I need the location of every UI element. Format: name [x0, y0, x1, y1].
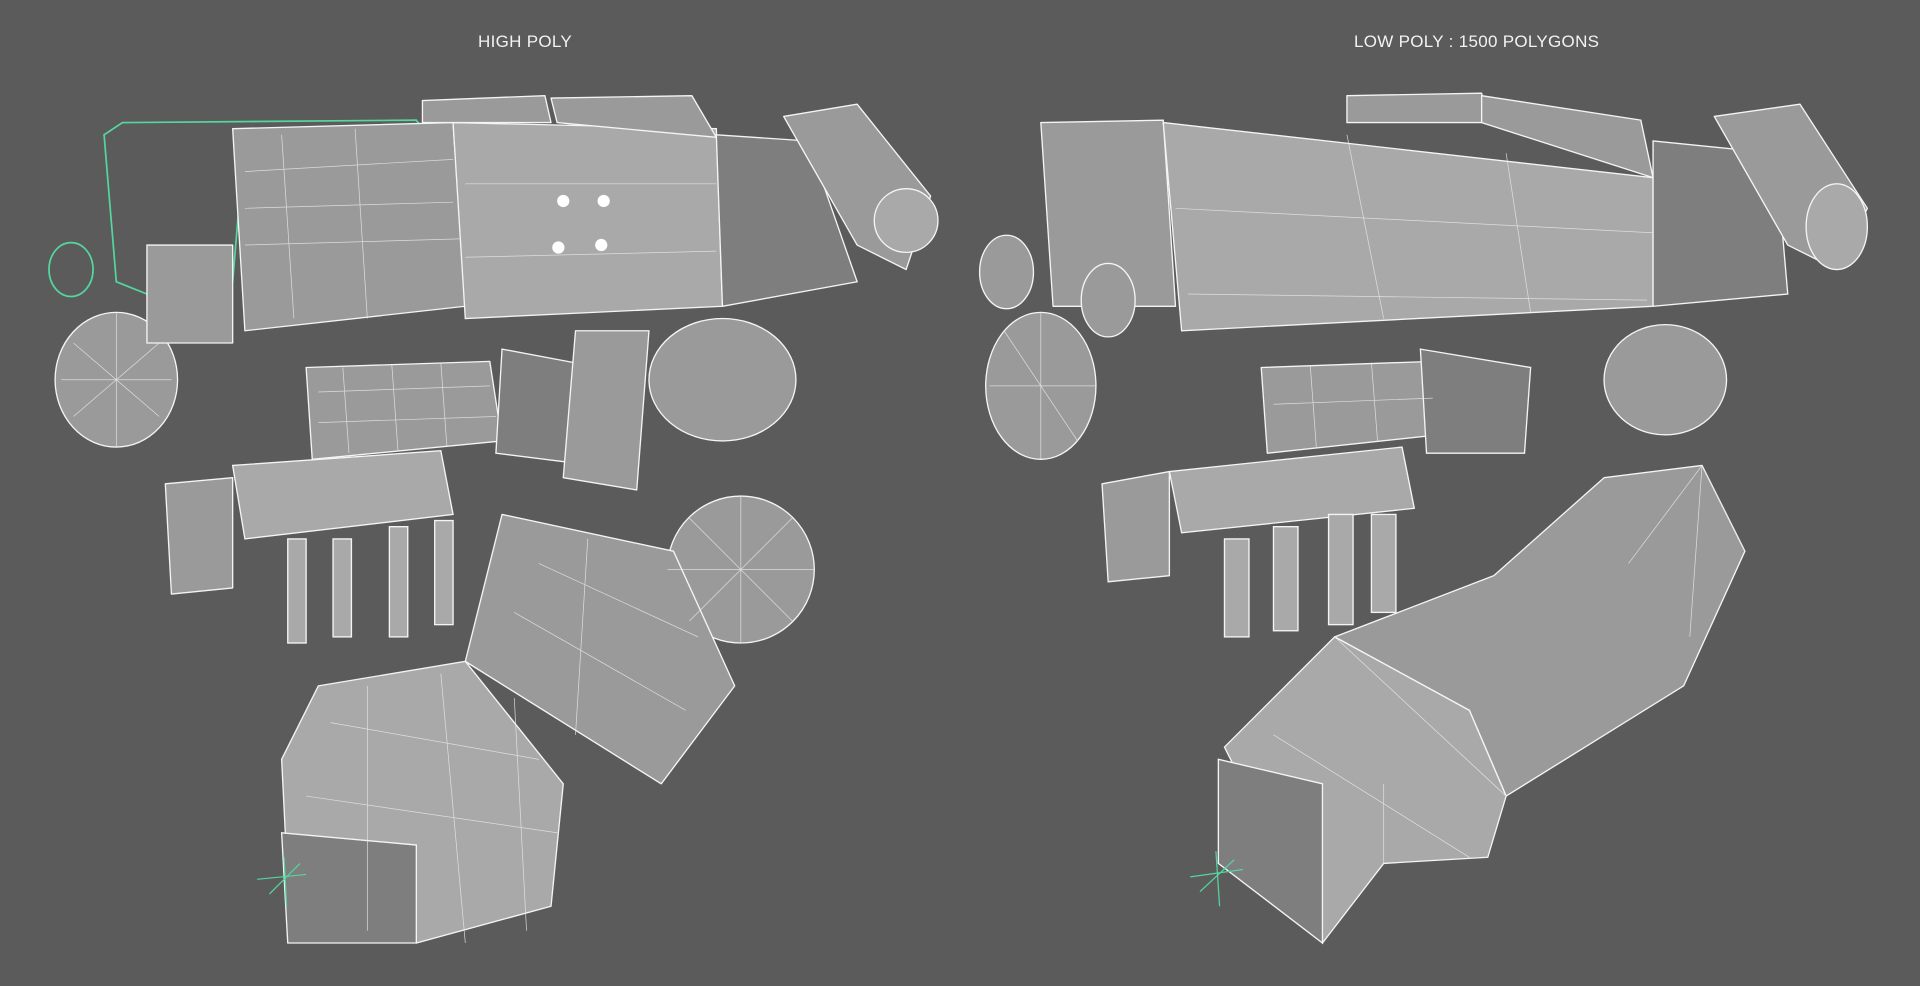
cylinder-mid: [1260, 360, 1440, 454]
arm-base: [1217, 758, 1324, 945]
body-box-center: [452, 121, 724, 320]
rear-joint: [873, 188, 939, 254]
front-knob: [978, 234, 1035, 310]
top-handle: [421, 94, 552, 124]
body-box-left: [231, 121, 466, 332]
fin-2: [332, 538, 353, 638]
cylinder-mid: [305, 360, 503, 461]
marker-dot: [557, 194, 570, 208]
front-knob-outline: [48, 241, 94, 298]
strut: [562, 330, 650, 491]
hex-block: [1419, 348, 1532, 454]
marker-dot: [597, 194, 610, 208]
front-knob-2: [1080, 262, 1136, 338]
top-handle: [1346, 92, 1489, 124]
front-housing: [146, 244, 234, 344]
arm-base: [280, 832, 417, 944]
side-clamp: [1101, 470, 1171, 583]
fin-1: [287, 538, 307, 644]
marker-dot: [552, 241, 565, 254]
render-viewport: [48, 92, 1869, 945]
high-poly-model: [48, 94, 939, 944]
lower-plate: [231, 450, 454, 540]
fin-3: [388, 525, 409, 638]
side-clamp: [164, 477, 234, 595]
fin-4: [1370, 513, 1397, 614]
rear-joint: [1805, 183, 1869, 271]
rear-cylinder: [1603, 323, 1728, 436]
fin-2: [1272, 526, 1299, 632]
rear-cylinder: [648, 317, 797, 442]
fin-4: [434, 519, 454, 626]
fin-1: [1223, 538, 1250, 638]
fin-3: [1327, 513, 1354, 626]
marker-dot: [595, 238, 608, 252]
low-poly-model: [978, 92, 1869, 945]
